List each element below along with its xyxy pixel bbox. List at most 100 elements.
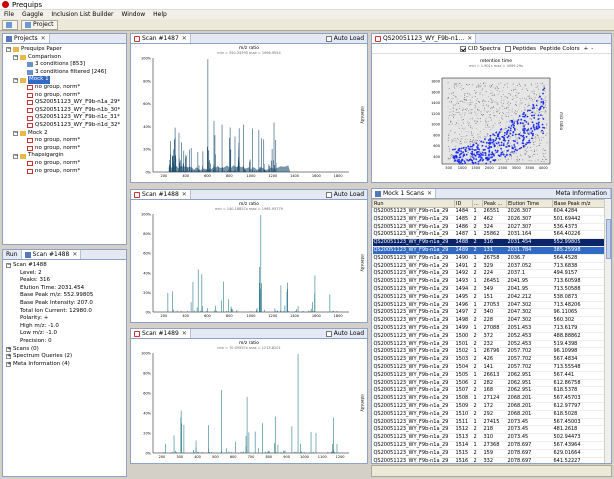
- cid-spectrum-point[interactable]: [498, 131, 501, 134]
- cid-spectrum-point[interactable]: [480, 156, 482, 159]
- cid-spectrum-point[interactable]: [461, 162, 464, 165]
- collapse-icon[interactable]: −: [13, 77, 18, 83]
- cid-spectrum-point[interactable]: [458, 148, 460, 150]
- cid-spectrum-point[interactable]: [537, 114, 540, 117]
- cid-spectrum-point[interactable]: [542, 89, 545, 91]
- cid-spectrum-point[interactable]: [532, 132, 535, 135]
- cid-spectrum-point[interactable]: [505, 154, 508, 156]
- tree-item[interactable]: − Comparison: [6, 54, 123, 62]
- cid-spectrum-point[interactable]: [496, 151, 498, 153]
- cid-spectrum-point[interactable]: [484, 152, 487, 154]
- table-row[interactable]: QS20051123_WY_F9b-n1a_29 1491 2 329 2037.052…: [372, 262, 605, 271]
- table-row[interactable]: QS20051123_WY_F9b-n1a_29 1510 2 292 2068.201…: [372, 410, 605, 419]
- table-row[interactable]: QS20051123_WY_F9b-n1a_29 1492 2 224 2037.1 49…: [372, 269, 605, 279]
- cid-spectrum-point[interactable]: [475, 158, 478, 161]
- cid-spectrum-point[interactable]: [514, 146, 516, 148]
- peptide-colors-button[interactable]: Peptide Colors: [540, 46, 580, 52]
- cid-spectrum-point[interactable]: [542, 101, 545, 104]
- cid-spectrum-point[interactable]: [512, 147, 515, 150]
- close-icon[interactable]: ✕: [182, 35, 187, 42]
- cid-spectrum-point[interactable]: [533, 116, 536, 119]
- cid-spectrum-point[interactable]: [452, 148, 454, 151]
- close-icon[interactable]: ✕: [182, 330, 187, 337]
- menu-item-inclusion-list-builder[interactable]: Inclusion List Builder: [47, 11, 117, 18]
- collapse-icon[interactable]: −: [6, 47, 11, 53]
- cid-spectrum-point[interactable]: [474, 161, 477, 164]
- cid-spectrum-point[interactable]: [518, 133, 520, 136]
- cid-spectrum-point[interactable]: [488, 142, 491, 145]
- cid-spectrum-point[interactable]: [518, 115, 521, 117]
- auto-load-checkbox[interactable]: [325, 330, 332, 337]
- table-row[interactable]: QS20051123_WY_F9b-n1a_29 1505 1 26613 2062.9…: [372, 371, 605, 380]
- tree-item[interactable]: +3 conditions filtered [246]: [6, 69, 123, 77]
- table-row[interactable]: QS20051123_WY_F9b-n1a_29 1488 2 316 2031.454…: [372, 238, 605, 247]
- cid-spectrum-point[interactable]: [471, 148, 474, 151]
- table-row[interactable]: QS20051123_WY_F9b-n1a_29 1516 2 332 2078.697…: [372, 457, 605, 463]
- cid-spectrum-point[interactable]: [462, 154, 465, 157]
- cid-spectrum-point[interactable]: [540, 101, 543, 103]
- cid-spectrum-point[interactable]: [493, 145, 496, 148]
- tree-item[interactable]: +QS20051123_WY_F9b-n1b_30*: [6, 107, 123, 115]
- cid-spectrum-point[interactable]: [531, 121, 534, 124]
- column-header[interactable]: Base Peak m/z: [552, 199, 605, 208]
- scrollbar-thumb[interactable]: [606, 219, 611, 259]
- cid-spectrum-point[interactable]: [543, 87, 546, 90]
- column-header[interactable]: ID: [454, 199, 473, 208]
- cid-spectrum-point[interactable]: [516, 142, 519, 144]
- cid-spectrum-point[interactable]: [542, 92, 544, 95]
- tab-scan[interactable]: Scan #1487 ✕: [131, 34, 191, 43]
- cid-spectrum-point[interactable]: [469, 145, 472, 148]
- cid-spectrum-point[interactable]: [493, 154, 495, 157]
- table-row[interactable]: QS20051123_WY_F9b-n1a_29 1502 1 26796 2057.7…: [372, 347, 605, 357]
- tree-item[interactable]: − Mock 2: [6, 130, 123, 138]
- cid-spectrum-point[interactable]: [542, 118, 545, 120]
- cid-spectrum-point[interactable]: [477, 162, 480, 165]
- cid-spectrum-point[interactable]: [467, 145, 470, 148]
- table-row[interactable]: QS20051123_WY_F9b-n1a_29 1497 2 340 2047.302…: [372, 308, 605, 318]
- tree-item[interactable]: + Scans (0): [6, 346, 123, 354]
- cid-spectrum-point[interactable]: [512, 126, 515, 129]
- cid-spectrum-point[interactable]: [541, 129, 543, 132]
- cid-spectrum-point[interactable]: [471, 150, 474, 153]
- cid-spectrum-point[interactable]: [511, 119, 513, 122]
- cid-spectrum-point[interactable]: [487, 147, 490, 150]
- tab-scan[interactable]: Scan #1488 ✕: [131, 190, 191, 199]
- cid-spectrum-point[interactable]: [492, 133, 495, 136]
- close-icon[interactable]: ✕: [427, 190, 432, 197]
- collapse-icon[interactable]: −: [13, 54, 18, 60]
- cid-spectrum-point[interactable]: [475, 149, 477, 151]
- cid-spectrum-point[interactable]: [516, 149, 518, 152]
- cid-spectrum-point[interactable]: [458, 163, 461, 165]
- cid-spectrum-point[interactable]: [540, 98, 543, 100]
- cid-spectrum-point[interactable]: [500, 153, 503, 156]
- cid-spectrum-point[interactable]: [533, 114, 535, 117]
- cid-spectrum-point[interactable]: [488, 145, 491, 148]
- cid-spectrum-point[interactable]: [507, 139, 510, 142]
- tree-item[interactable]: +High m/z: -1.0: [6, 323, 123, 331]
- cid-spectrum-point[interactable]: [458, 160, 460, 163]
- cid-spectrum-point[interactable]: [503, 139, 505, 142]
- cid-spectrum-point[interactable]: [477, 144, 479, 146]
- tab-scan-info[interactable]: Scan #1488 ✕: [21, 250, 82, 259]
- cid-spectrum-point[interactable]: [452, 155, 455, 158]
- cid-spectrum-point[interactable]: [531, 130, 534, 133]
- table-row[interactable]: QS20051123_WY_F9b-n1a_29 1513 2 310 2073.45 5…: [372, 433, 605, 442]
- table-row[interactable]: QS20051123_WY_F9b-n1a_29 1490 1 26758 2036.7…: [372, 254, 605, 263]
- cid-spectrum-point[interactable]: [512, 123, 514, 126]
- cid-spectrum-point[interactable]: [514, 129, 516, 131]
- cid-spectrum-point[interactable]: [522, 113, 524, 116]
- cid-spectrum-point[interactable]: [502, 143, 505, 145]
- zoom-in-icon[interactable]: +: [584, 46, 589, 52]
- table-scrollbar[interactable]: [604, 199, 611, 463]
- cid-spectrum-point[interactable]: [533, 106, 536, 109]
- tree-item[interactable]: +Level: 2: [6, 270, 123, 278]
- cid-spectrum-point[interactable]: [484, 154, 487, 157]
- tree-item[interactable]: − Mock 1: [6, 76, 123, 84]
- toolbar-icon-button[interactable]: [2, 19, 18, 30]
- cid-spectrum-point[interactable]: [522, 122, 524, 125]
- tree-item[interactable]: +no group, norm*: [6, 84, 123, 92]
- menu-item-gaggle[interactable]: Gaggle: [18, 11, 47, 18]
- spectrum-chart[interactable]: m/z ratiomin = 350.34395 max = 1996.9554…: [131, 44, 367, 182]
- tree-item[interactable]: +QS20051123_WY_F9b-n1c_31*: [6, 114, 123, 122]
- table-row[interactable]: QS20051123_WY_F9b-n1a_29 1494 2 349 2041.95 7…: [372, 285, 605, 294]
